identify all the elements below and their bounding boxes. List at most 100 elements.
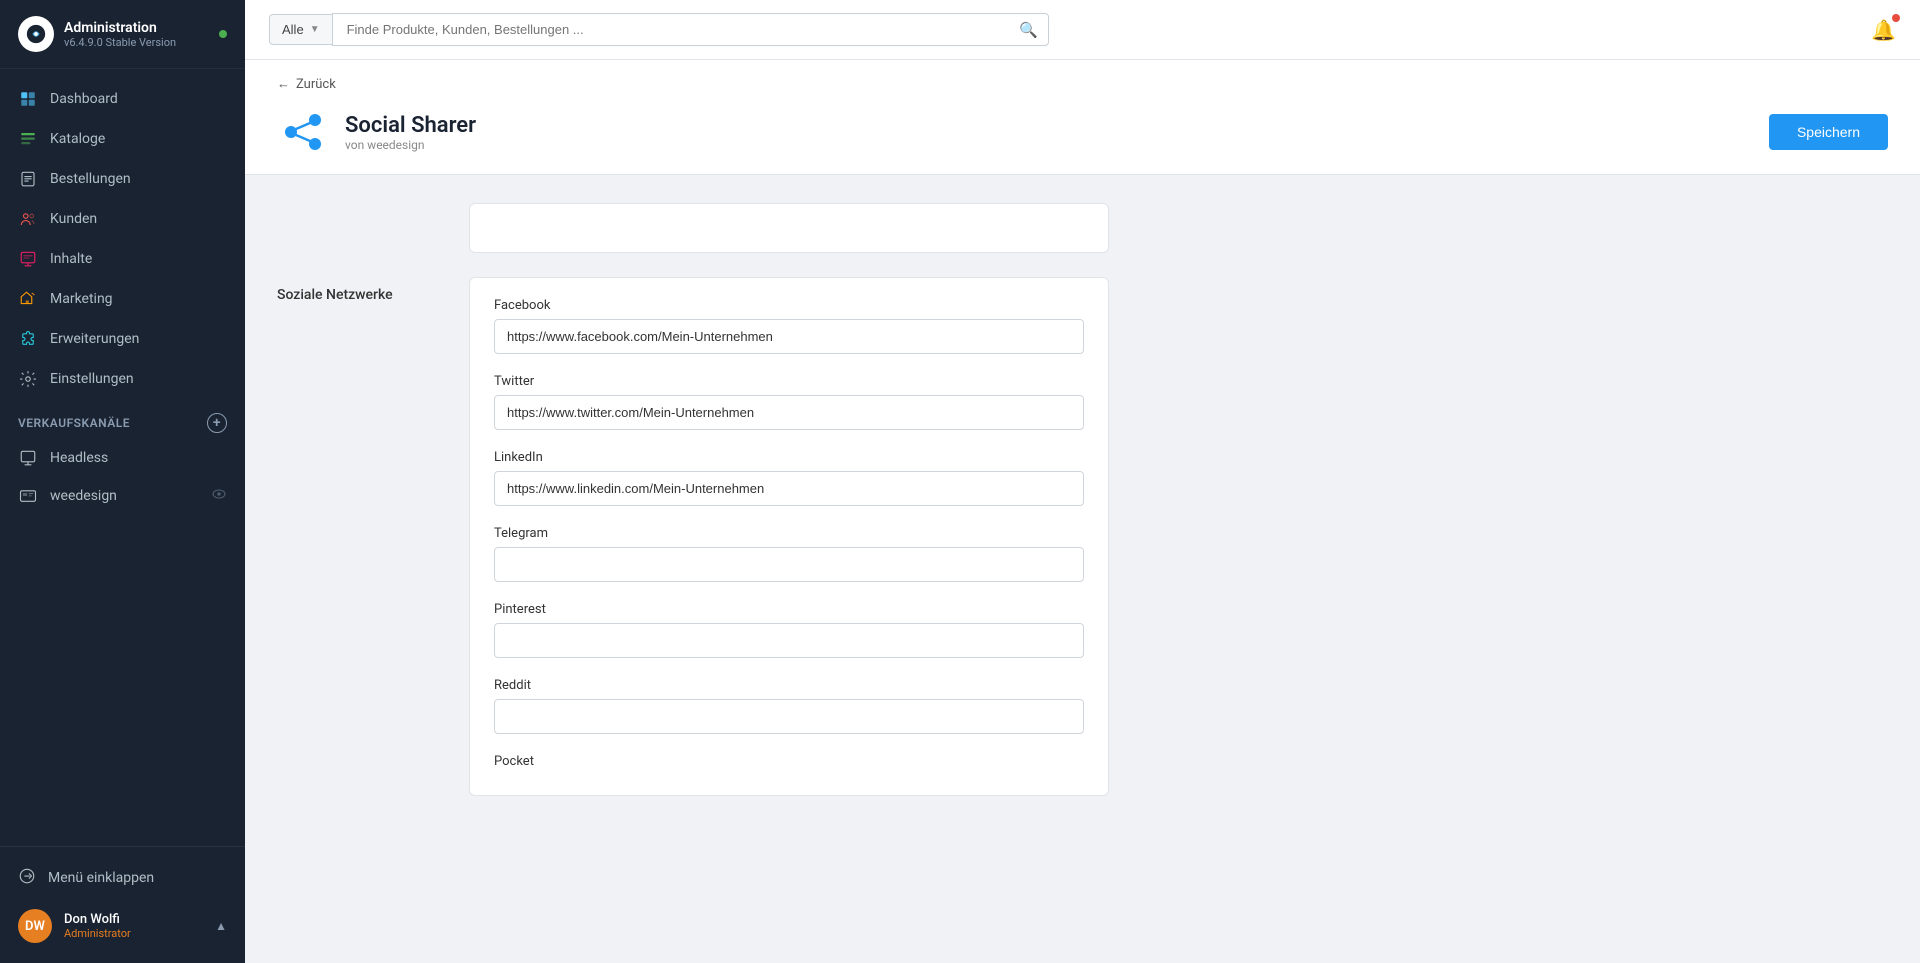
search-input-wrap: 🔍 <box>332 13 1049 46</box>
search-icon[interactable]: 🔍 <box>1019 21 1038 39</box>
nav-label-marketing: Marketing <box>50 291 113 307</box>
sidebar-item-kataloge[interactable]: Kataloge <box>0 119 245 159</box>
field-group-reddit: Reddit <box>494 678 1084 734</box>
sidebar-item-headless[interactable]: Headless <box>0 439 245 477</box>
plugin-title: Social Sharer <box>345 113 476 138</box>
page-content: Soziale Netzwerke Facebook Twitter Lin <box>245 175 1920 848</box>
input-twitter[interactable] <box>494 395 1084 430</box>
sidebar-item-erweiterungen[interactable]: Erweiterungen <box>0 319 245 359</box>
headless-icon <box>18 448 38 468</box>
input-linkedin[interactable] <box>494 471 1084 506</box>
label-reddit: Reddit <box>494 678 1084 693</box>
section-row-top <box>277 203 1888 253</box>
extensions-icon <box>18 329 38 349</box>
label-linkedin: LinkedIn <box>494 450 1084 465</box>
sidebar-brand: Administration v6.4.9.0 Stable Version <box>64 20 176 49</box>
sidebar-item-einstellungen[interactable]: Einstellungen <box>0 359 245 399</box>
plugin-info: Social Sharer von weedesign <box>345 113 476 152</box>
search-filter-dropdown[interactable]: Alle ▼ <box>269 14 332 45</box>
channel-label-weedesign: weedesign <box>50 488 117 504</box>
content-icon <box>18 249 38 269</box>
field-group-facebook: Facebook <box>494 298 1084 354</box>
channel-label-headless: Headless <box>50 450 108 466</box>
input-pinterest[interactable] <box>494 623 1084 658</box>
input-telegram[interactable] <box>494 547 1084 582</box>
nav-label-kunden: Kunden <box>50 211 97 227</box>
orders-icon <box>18 169 38 189</box>
field-group-telegram: Telegram <box>494 526 1084 582</box>
section-verkaufskanaele: Verkaufskanäle + <box>0 399 245 439</box>
sidebar-item-dashboard[interactable]: Dashboard <box>0 79 245 119</box>
user-info: Don Wolfi Administrator <box>64 912 131 940</box>
avatar: DW <box>18 909 52 943</box>
collapse-icon <box>18 867 36 889</box>
label-twitter: Twitter <box>494 374 1084 389</box>
nav-label-einstellungen: Einstellungen <box>50 371 134 387</box>
sidebar-item-bestellungen[interactable]: Bestellungen <box>0 159 245 199</box>
label-facebook: Facebook <box>494 298 1084 313</box>
weedesign-icon <box>18 486 38 506</box>
sidebar-item-weedesign[interactable]: weedesign <box>0 477 245 515</box>
dashboard-icon <box>18 89 38 109</box>
label-pocket: Pocket <box>494 754 1084 769</box>
nav-label-dashboard: Dashboard <box>50 91 118 107</box>
online-indicator <box>219 30 227 38</box>
catalog-icon <box>18 129 38 149</box>
notification-button[interactable]: 🔔 <box>1871 18 1896 42</box>
brand-version: v6.4.9.0 Stable Version <box>64 36 176 49</box>
app-logo <box>18 16 54 52</box>
field-group-pocket: Pocket <box>494 754 1084 769</box>
brand-name: Administration <box>64 20 176 36</box>
sidebar-footer: Menü einklappen DW Don Wolfi Administrat… <box>0 846 245 963</box>
chevron-down-icon: ▼ <box>310 24 320 35</box>
content-area: ← Zurück Social Sharer von weedesign <box>245 60 1920 963</box>
plugin-author: von weedesign <box>345 138 476 152</box>
nav-label-kataloge: Kataloge <box>50 131 105 147</box>
sidebar-header: Administration v6.4.9.0 Stable Version <box>0 0 245 69</box>
field-group-pinterest: Pinterest <box>494 602 1084 658</box>
section-row-social: Soziale Netzwerke Facebook Twitter Lin <box>277 277 1888 796</box>
label-telegram: Telegram <box>494 526 1084 541</box>
collapse-label: Menü einklappen <box>48 870 154 886</box>
top-partial-card <box>469 203 1109 253</box>
nav-label-inhalte: Inhalte <box>50 251 92 267</box>
sidebar: Administration v6.4.9.0 Stable Version D… <box>0 0 245 963</box>
back-label: Zurück <box>296 77 336 92</box>
input-reddit[interactable] <box>494 699 1084 734</box>
sidebar-item-kunden[interactable]: Kunden <box>0 199 245 239</box>
user-chevron-icon: ▲ <box>215 919 227 933</box>
add-channel-button[interactable]: + <box>207 413 227 433</box>
section-label-empty <box>277 203 437 253</box>
sidebar-item-inhalte[interactable]: Inhalte <box>0 239 245 279</box>
collapse-menu-button[interactable]: Menü einklappen <box>0 857 245 899</box>
nav-label-bestellungen: Bestellungen <box>50 171 131 187</box>
search-filter-label: Alle <box>282 22 304 37</box>
plugin-icon <box>277 106 329 158</box>
nav-label-erweiterungen: Erweiterungen <box>50 331 139 347</box>
main-area: Alle ▼ 🔍 🔔 ← Zurück <box>245 0 1920 963</box>
back-button[interactable]: ← Zurück <box>277 76 1888 92</box>
user-profile[interactable]: DW Don Wolfi Administrator ▲ <box>0 899 245 953</box>
sidebar-nav: Dashboard Kataloge Bestellungen Kunden <box>0 69 245 846</box>
user-role: Administrator <box>64 927 131 940</box>
topbar: Alle ▼ 🔍 🔔 <box>245 0 1920 60</box>
back-arrow-icon: ← <box>277 76 290 92</box>
search-bar: Alle ▼ 🔍 <box>269 13 1049 46</box>
search-input[interactable] <box>343 14 1020 45</box>
plugin-header: Social Sharer von weedesign Speichern <box>277 106 1888 158</box>
customers-icon <box>18 209 38 229</box>
field-group-linkedin: LinkedIn <box>494 450 1084 506</box>
notification-badge <box>1892 14 1900 22</box>
social-fields-card: Facebook Twitter LinkedIn <box>469 277 1109 796</box>
input-facebook[interactable] <box>494 319 1084 354</box>
section-label-social: Soziale Netzwerke <box>277 277 437 796</box>
user-name: Don Wolfi <box>64 912 131 927</box>
field-group-twitter: Twitter <box>494 374 1084 430</box>
marketing-icon <box>18 289 38 309</box>
sidebar-item-marketing[interactable]: Marketing <box>0 279 245 319</box>
eye-icon[interactable] <box>211 486 227 506</box>
topbar-actions: 🔔 <box>1871 18 1896 42</box>
save-button[interactable]: Speichern <box>1769 114 1888 150</box>
page-header: ← Zurück Social Sharer von weedesign <box>245 60 1920 175</box>
settings-icon <box>18 369 38 389</box>
